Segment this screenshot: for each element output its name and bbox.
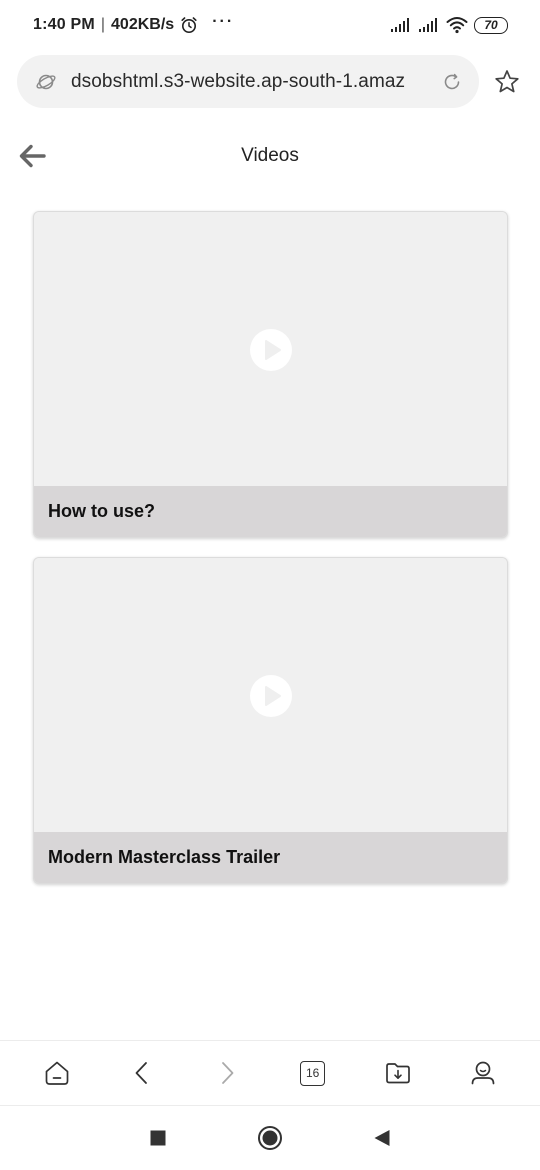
profile-icon[interactable]	[453, 1043, 513, 1103]
browser-forward-icon[interactable]	[197, 1043, 257, 1103]
video-thumbnail[interactable]	[34, 558, 507, 833]
site-info-icon[interactable]	[35, 71, 57, 93]
downloads-folder-icon[interactable]	[368, 1043, 428, 1103]
video-card[interactable]: Modern Masterclass Trailer	[33, 557, 508, 884]
alarm-icon	[180, 16, 198, 34]
video-card[interactable]: How to use?	[33, 211, 508, 538]
address-bar[interactable]: dsobshtml.s3-website.ap-south-1.amaz	[17, 55, 479, 108]
recents-icon[interactable]	[102, 1108, 214, 1168]
bookmark-star-icon[interactable]	[489, 64, 525, 100]
network-speed: 402KB/s	[111, 16, 175, 33]
browser-toolbar: 16	[0, 1040, 540, 1106]
signal-icon	[390, 17, 412, 33]
video-title[interactable]: Modern Masterclass Trailer	[34, 832, 507, 883]
video-thumbnail[interactable]	[34, 212, 507, 487]
page-header: Videos	[0, 132, 540, 180]
system-home-icon[interactable]	[214, 1108, 326, 1168]
status-bar: 1:40 PM | 402KB/s ··· 70	[0, 0, 540, 50]
signal-icon-2	[418, 17, 440, 33]
url-text[interactable]: dsobshtml.s3-website.ap-south-1.amaz	[71, 71, 441, 93]
more-notifications-icon: ···	[212, 13, 235, 30]
status-time: 1:40 PM	[33, 16, 95, 33]
screen: 1:40 PM | 402KB/s ··· 70 dsobshtml.s3-we…	[0, 0, 540, 1170]
status-separator: |	[100, 16, 106, 33]
system-back-icon[interactable]	[326, 1108, 438, 1168]
status-left: 1:40 PM | 402KB/s ···	[33, 13, 235, 34]
home-icon[interactable]	[27, 1043, 87, 1103]
play-icon[interactable]	[249, 328, 292, 371]
url-row: dsobshtml.s3-website.ap-south-1.amaz	[17, 55, 529, 108]
reload-icon[interactable]	[441, 71, 463, 93]
status-right: 70	[390, 16, 508, 34]
system-nav-bar	[0, 1106, 540, 1170]
tabs-button[interactable]: 16	[283, 1043, 343, 1103]
tab-count: 16	[300, 1060, 326, 1086]
page-title: Videos	[241, 145, 299, 166]
video-title[interactable]: How to use?	[34, 486, 507, 537]
play-icon[interactable]	[249, 674, 292, 717]
browser-back-icon[interactable]	[112, 1043, 172, 1103]
wifi-icon	[446, 16, 468, 34]
battery-icon: 70	[474, 16, 508, 34]
